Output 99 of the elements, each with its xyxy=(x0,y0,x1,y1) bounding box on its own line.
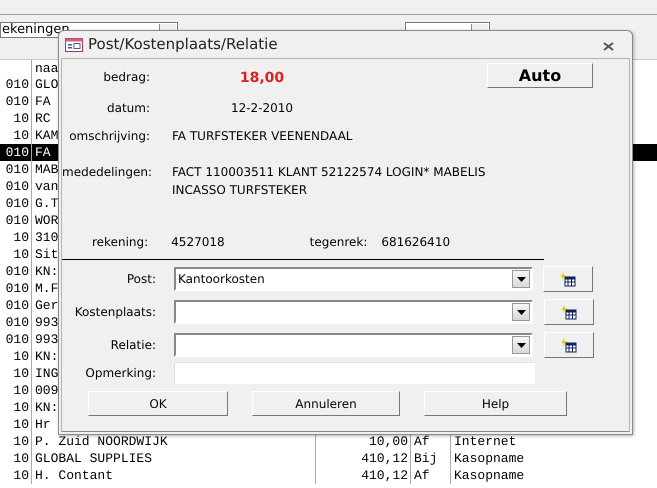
table-cell: GLOBAL SUPPLIES xyxy=(35,451,152,466)
dialog-button[interactable]: Help xyxy=(424,391,567,416)
dialog-button[interactable]: OK xyxy=(88,391,228,416)
dropdown-button[interactable] xyxy=(512,270,530,288)
table-cell: 010 xyxy=(6,179,29,194)
table-cell: WOR xyxy=(35,213,58,228)
table-cell: 993 xyxy=(35,332,58,347)
table-cell: 993 xyxy=(35,315,58,330)
table-cell: G.T xyxy=(35,196,58,211)
table-cell: 10 xyxy=(13,366,29,381)
table-cell: 010 xyxy=(6,213,29,228)
table-cell: Hr xyxy=(35,417,51,432)
table-cell: 010 xyxy=(6,77,29,92)
combo-value: ekeningen xyxy=(2,23,70,37)
table-cell: 10 xyxy=(13,400,29,415)
text-field[interactable] xyxy=(174,362,535,384)
table-cell: Internet xyxy=(454,434,516,449)
table-cell: KN: xyxy=(35,349,58,364)
field-label: omschrijving: xyxy=(68,128,150,145)
table-cell: 10 xyxy=(13,247,29,262)
table-cell: 10 xyxy=(13,111,29,126)
caret-icon xyxy=(516,342,526,348)
table-cell: ING xyxy=(35,366,58,381)
auto-button[interactable]: Auto xyxy=(487,63,593,88)
table-cell: 10 xyxy=(13,230,29,245)
table-cell: P. Zuid NOORDWIJK xyxy=(35,434,168,449)
field-label: tegenrek: xyxy=(310,234,368,251)
combo-value: Kantoorkosten xyxy=(178,272,265,286)
table-cell: Bij xyxy=(414,451,438,466)
new-table-icon xyxy=(561,338,577,354)
field-label: datum: xyxy=(106,100,150,117)
table-cell: 010 xyxy=(6,94,29,109)
table-cell: 010 xyxy=(6,145,29,160)
field-label: Opmerking: xyxy=(84,365,156,382)
table-cell: M.F xyxy=(35,281,58,296)
table-cell: KN: xyxy=(35,400,58,415)
field-label: Relatie: xyxy=(110,337,156,354)
table-cell: FA xyxy=(35,94,51,109)
field-value: 12-2-2010 xyxy=(230,100,294,117)
table-cell: 10 xyxy=(13,383,29,398)
caret-icon xyxy=(516,310,526,314)
close-icon[interactable] xyxy=(603,42,614,51)
table-cell: 010 xyxy=(6,315,29,330)
table-cell: 410,12 xyxy=(361,451,408,466)
table-cell: 010 xyxy=(6,162,29,177)
new-record-button[interactable] xyxy=(544,299,594,325)
field-label: Post: xyxy=(126,271,156,288)
dropdown-button[interactable] xyxy=(512,303,530,321)
table-cell: FA xyxy=(35,145,51,160)
table-cell: 010 xyxy=(6,332,29,347)
combo-box[interactable]: Kantoorkosten xyxy=(174,267,533,291)
table-cell: Kasopname xyxy=(454,451,524,466)
table-cell: 010 xyxy=(6,298,29,313)
table-cell: 010 xyxy=(6,196,29,211)
field-label: rekening: xyxy=(92,234,148,251)
table-cell: KN: xyxy=(35,264,58,279)
new-table-icon xyxy=(560,272,576,288)
table-cell: KAM xyxy=(35,128,58,143)
caret-icon xyxy=(516,276,526,282)
table-cell: Ger xyxy=(35,298,58,313)
form-icon xyxy=(65,38,83,52)
table-cell: Af xyxy=(414,468,430,483)
window-title: Post/Kostenplaats/Relatie xyxy=(88,34,278,56)
field-value: FACT 110003511 KLANT 52122574 LOGIN* MABELIS xyxy=(172,164,486,181)
table-cell: 10 xyxy=(13,434,29,449)
table-cell: 310 xyxy=(35,230,58,245)
field-value: 18,00 xyxy=(238,69,286,88)
table-row[interactable]: 10 GLOBAL SUPPLIES 410,12 Bij Kasopname xyxy=(0,450,657,467)
field-value: FA TURFSTEKER VEENENDAAL xyxy=(172,128,352,145)
table-cell: 10 xyxy=(13,128,29,143)
table-cell: MAB xyxy=(35,162,58,177)
table-cell: 10,00 xyxy=(368,434,408,449)
table-cell: Af xyxy=(414,434,430,449)
table-cell: van xyxy=(35,179,58,194)
table-cell: 010 xyxy=(6,264,29,279)
table-cell: RC xyxy=(35,111,51,126)
table-row[interactable]: 10 H. Contant 410,12 Af Kasopname xyxy=(0,467,657,484)
table-cell: GLO xyxy=(35,77,58,92)
table-cell: 410,12 xyxy=(361,468,408,483)
dropdown-button[interactable] xyxy=(512,336,530,354)
field-value: 4527018 xyxy=(171,234,225,251)
new-table-icon xyxy=(561,305,577,320)
field-label: bedrag: xyxy=(102,69,150,86)
table-cell: Kasopname xyxy=(454,468,524,483)
table-cell: 10 xyxy=(13,468,29,483)
new-record-button[interactable] xyxy=(544,332,594,358)
table-cell: 010 xyxy=(6,281,29,296)
field-value: 681626410 xyxy=(381,234,450,251)
table-cell: Sit xyxy=(35,247,58,262)
field-value: INCASSO TURFSTEKER xyxy=(172,182,308,199)
new-record-button[interactable] xyxy=(543,266,593,292)
table-cell: H. Contant xyxy=(35,468,114,483)
table-cell: 10 xyxy=(13,451,29,466)
dialog-button[interactable]: Annuleren xyxy=(252,391,400,416)
field-label: Kostenplaats: xyxy=(74,304,156,321)
table-cell: 10 xyxy=(13,417,29,432)
field-label: mededelingen: xyxy=(62,164,150,181)
table-cell: 009 xyxy=(35,383,58,398)
table-cell: 10 xyxy=(13,349,29,364)
